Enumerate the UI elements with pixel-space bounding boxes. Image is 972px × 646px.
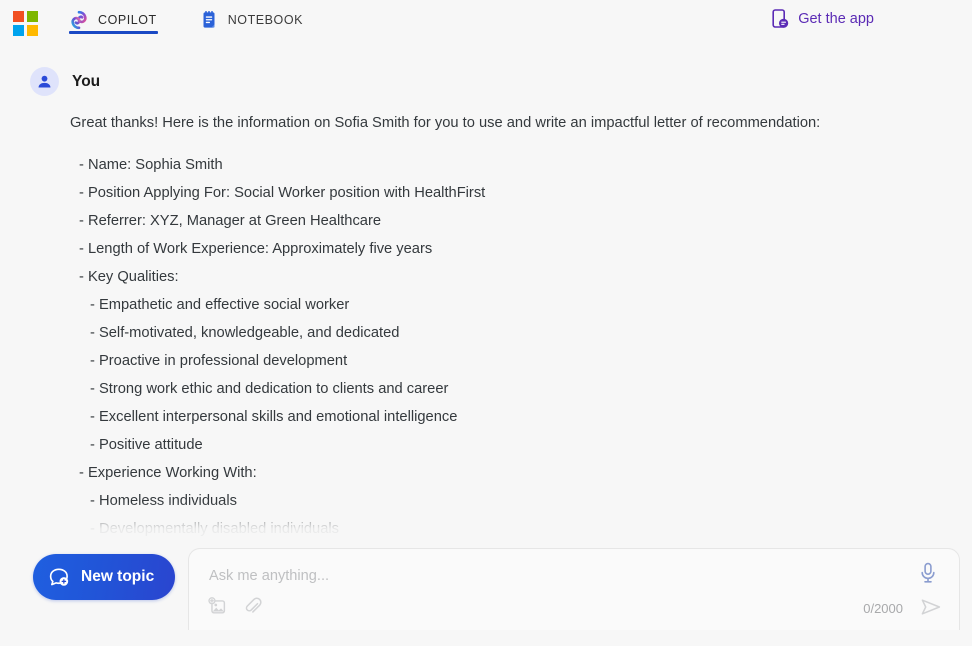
tab-copilot-label: COPILOT bbox=[98, 13, 157, 27]
character-count: 0/2000 bbox=[863, 601, 903, 616]
message-line: - Experience Working With: bbox=[79, 465, 257, 481]
copilot-app: COPILOT NOTEBOOK Get the app You Great t… bbox=[0, 0, 972, 646]
message-line: - Positive attitude bbox=[90, 437, 203, 453]
message-line: - Length of Work Experience: Approximate… bbox=[79, 241, 433, 257]
tab-bar: COPILOT NOTEBOOK bbox=[69, 0, 345, 40]
tab-notebook[interactable]: NOTEBOOK bbox=[199, 0, 317, 40]
message-line: - Developmentally disabled individuals bbox=[90, 521, 340, 537]
message-bullet-list: - Name: Sophia Smith - Position Applying … bbox=[70, 151, 972, 543]
message-line: - Excellent interpersonal skills and emo… bbox=[90, 409, 458, 425]
message-line: - Self-motivated, knowledgeable, and ded… bbox=[90, 325, 400, 341]
avatar bbox=[30, 67, 59, 96]
message-input-placeholder: Ask me anything... bbox=[209, 568, 330, 584]
tab-copilot[interactable]: COPILOT bbox=[69, 0, 171, 40]
chat-scroll-area[interactable]: You Great thanks! Here is the informatio… bbox=[0, 48, 972, 548]
message-line: - Proactive in professional development bbox=[90, 353, 348, 369]
tab-notebook-label: NOTEBOOK bbox=[227, 13, 303, 27]
add-image-icon[interactable] bbox=[207, 596, 228, 617]
microsoft-logo[interactable] bbox=[13, 11, 38, 36]
new-topic-button[interactable]: New topic bbox=[33, 554, 176, 600]
message-header: You bbox=[30, 67, 972, 96]
message-line: - Position Applying For: Social Worker p… bbox=[79, 185, 486, 201]
message-author: You bbox=[72, 72, 101, 90]
message-body: Great thanks! Here is the information on… bbox=[70, 115, 972, 543]
message-line: - Name: Sophia Smith bbox=[79, 157, 223, 173]
composer-tool-bar bbox=[207, 596, 263, 617]
message-line: - Strong work ethic and dedication to cl… bbox=[90, 381, 449, 397]
active-tab-underline bbox=[69, 31, 158, 34]
get-the-app-button[interactable]: Get the app bbox=[770, 8, 874, 30]
copilot-icon bbox=[69, 10, 89, 30]
notebook-icon bbox=[199, 10, 219, 30]
message-line: - Homeless individuals bbox=[90, 493, 237, 509]
chat-plus-icon bbox=[47, 566, 70, 589]
message-line: - Key Qualities: bbox=[79, 269, 179, 285]
message-line: - Empathetic and effective social worker bbox=[90, 297, 350, 313]
message-line: - Referrer: XYZ, Manager at Green Health… bbox=[79, 213, 382, 229]
get-app-icon bbox=[770, 8, 790, 30]
send-icon[interactable] bbox=[919, 595, 943, 619]
attachment-icon[interactable] bbox=[242, 596, 263, 617]
message-input-area[interactable]: Ask me anything... 0/2000 bbox=[188, 548, 960, 630]
message-intro: Great thanks! Here is the information on… bbox=[70, 115, 821, 131]
composer: New topic Ask me anything... 0/2000 bbox=[0, 548, 972, 646]
get-the-app-label: Get the app bbox=[798, 11, 874, 27]
new-topic-label: New topic bbox=[81, 568, 155, 585]
top-bar: COPILOT NOTEBOOK Get the app bbox=[0, 0, 972, 48]
microphone-icon[interactable] bbox=[917, 561, 939, 585]
